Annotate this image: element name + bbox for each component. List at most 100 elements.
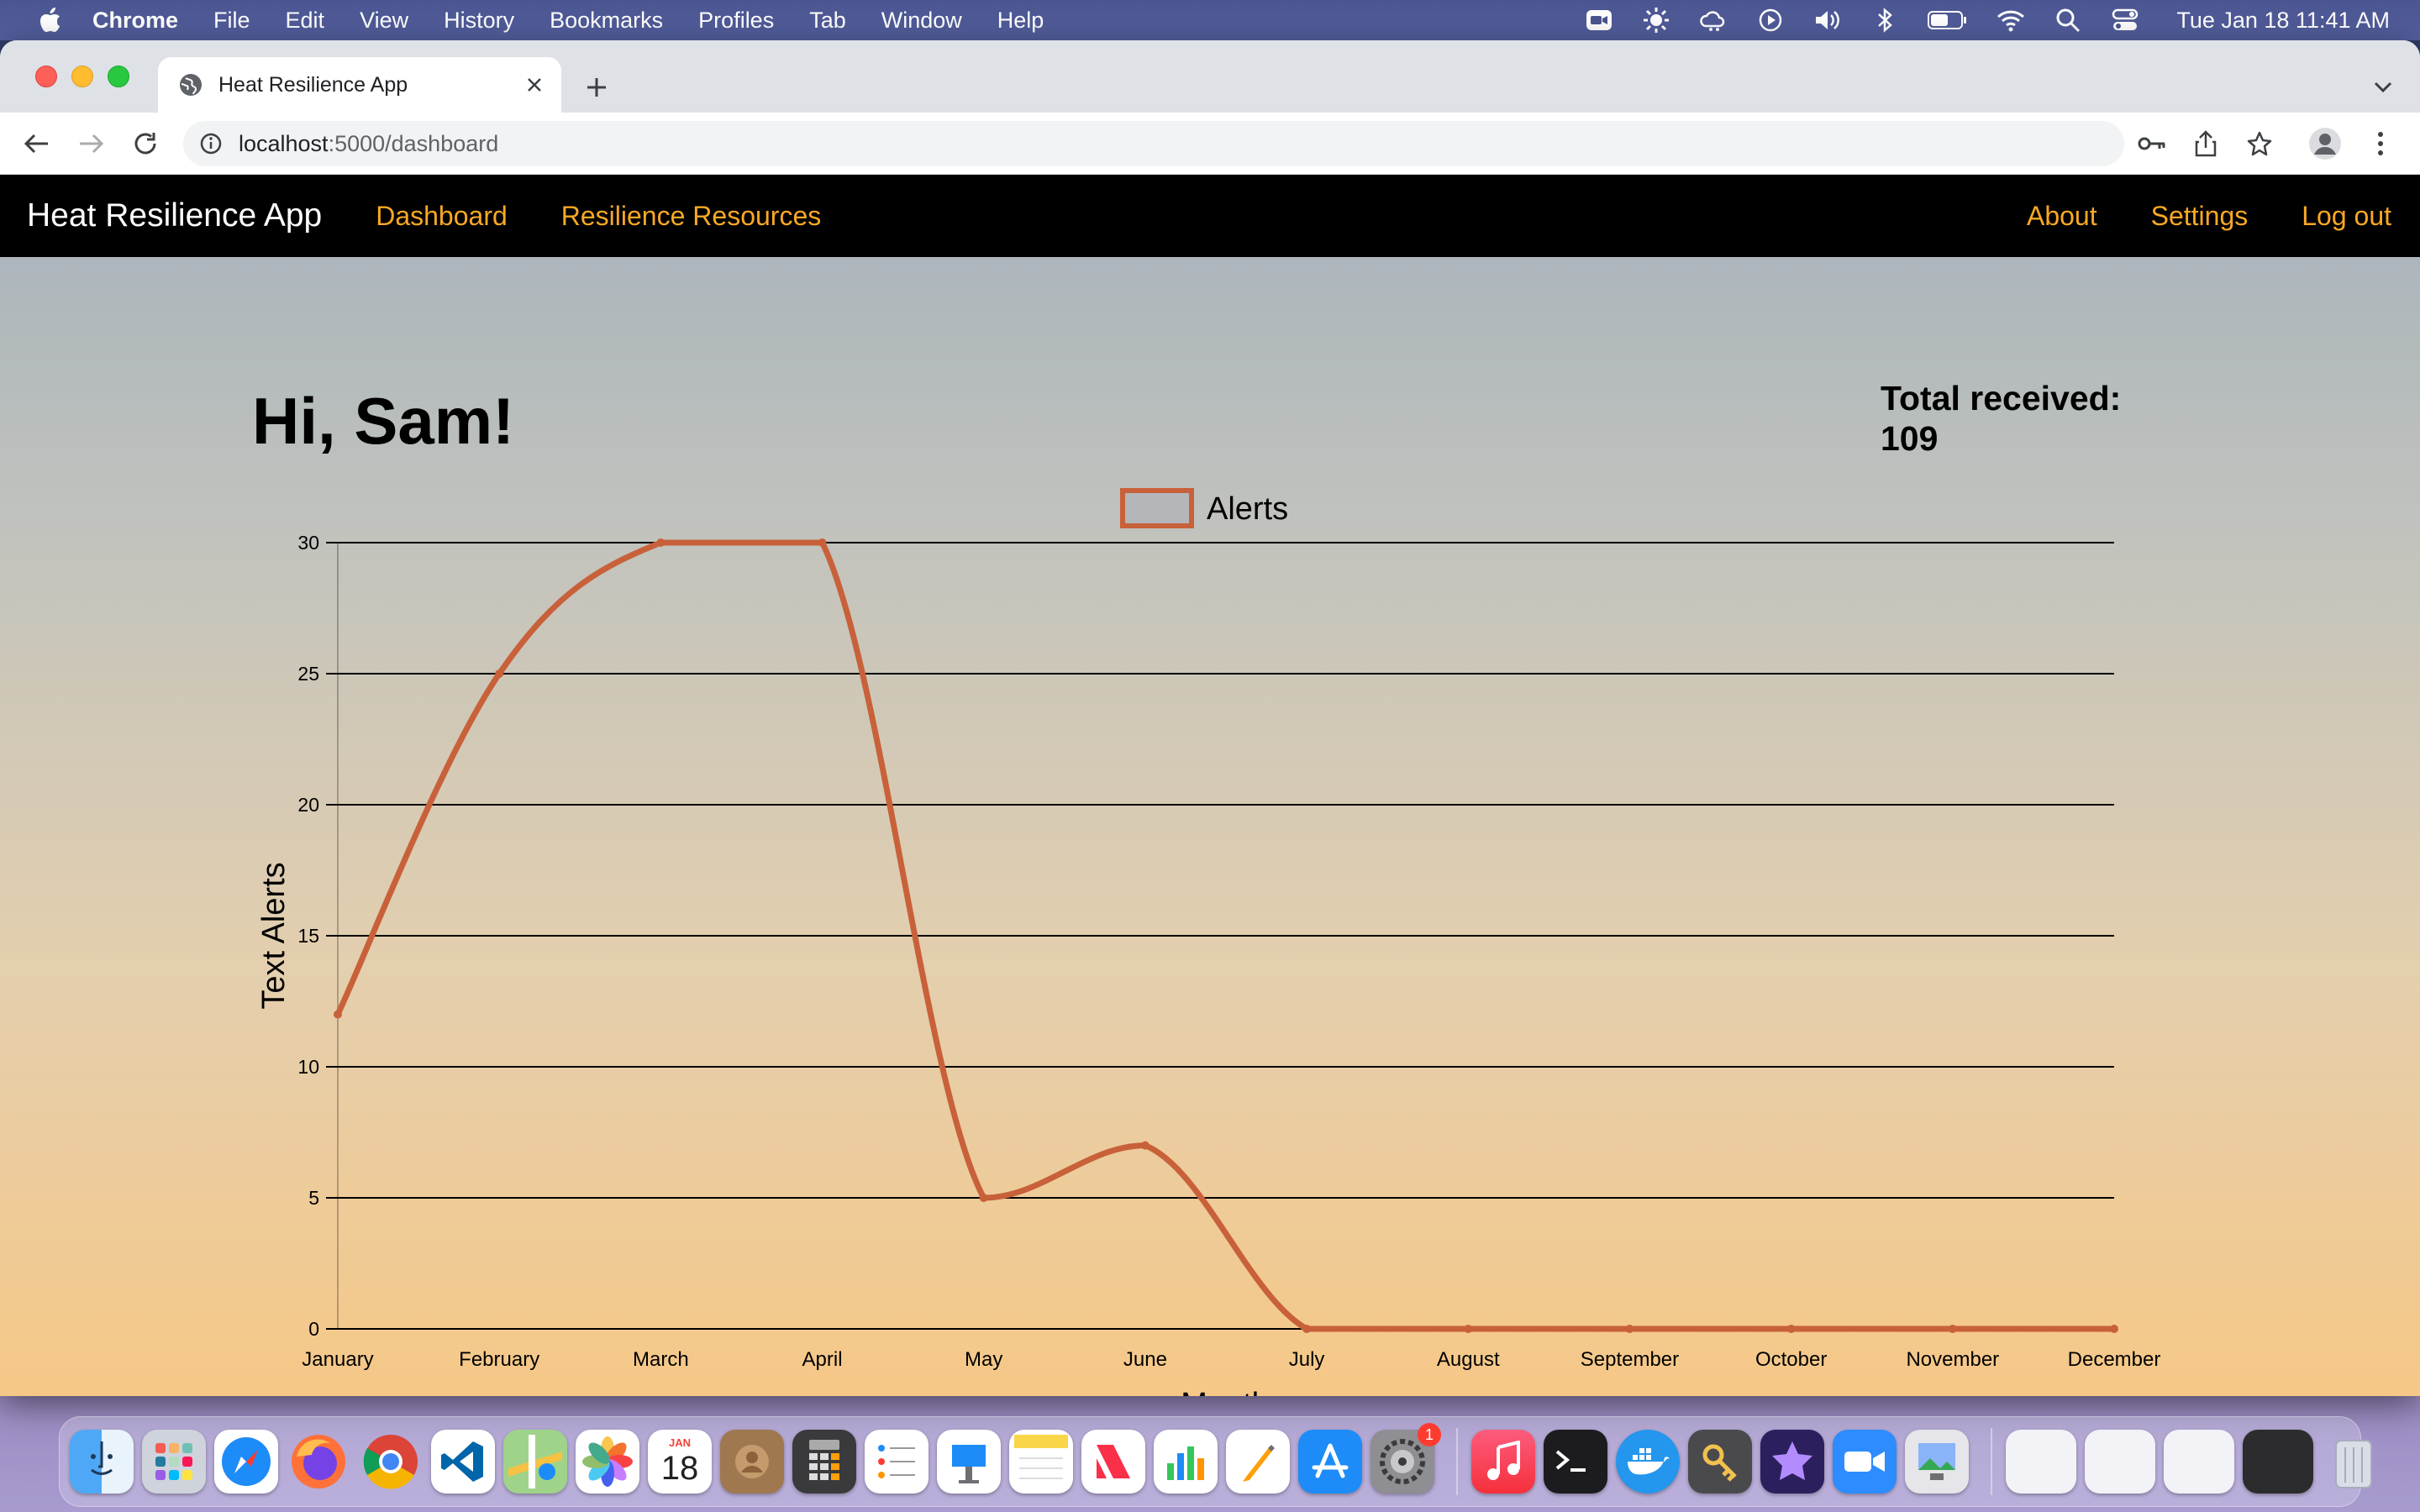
menu-view[interactable]: View [360, 8, 408, 34]
back-arrow-icon[interactable] [18, 126, 54, 161]
x-tick-label-august: August [1437, 1348, 1500, 1371]
new-tab-plus-icon[interactable] [580, 71, 613, 104]
apple-menu-icon[interactable] [34, 3, 67, 37]
x-tick-label-march: March [633, 1348, 689, 1371]
url-text[interactable]: localhost:5000/dashboard [239, 131, 498, 157]
menu-profiles[interactable]: Profiles [698, 8, 774, 34]
x-axis-ticks: January February March April May June July Augu… [302, 1348, 2160, 1371]
spotlight-icon[interactable] [2054, 6, 2082, 34]
close-window-button[interactable] [35, 66, 57, 87]
macos-menu-bar: Chrome File Edit View History Bookmarks … [0, 0, 2420, 40]
minimized-window-thumbnail-3[interactable] [2164, 1430, 2234, 1494]
photos-icon[interactable] [576, 1430, 639, 1494]
menu-bookmarks[interactable]: Bookmarks [550, 8, 663, 34]
pages-icon[interactable] [1226, 1430, 1290, 1494]
zoom-icon[interactable] [1585, 6, 1613, 34]
preview-icon[interactable] [1905, 1430, 1969, 1494]
safari-icon[interactable] [214, 1430, 278, 1494]
x-tick-label-april: April [802, 1348, 843, 1371]
password-key-icon[interactable] [2134, 126, 2170, 161]
legend-label: Alerts [1207, 491, 1288, 527]
vscode-icon[interactable] [431, 1430, 495, 1494]
url-host: localhost [239, 130, 329, 156]
menu-file[interactable]: File [213, 8, 250, 34]
menu-app-name[interactable]: Chrome [92, 8, 178, 34]
keychain-icon[interactable] [1688, 1430, 1752, 1494]
macos-dock: JAN 18 1 [59, 1416, 2372, 1507]
bookmark-star-icon[interactable] [2242, 126, 2277, 161]
news-icon[interactable] [1081, 1430, 1145, 1494]
battery-icon[interactable] [1928, 6, 1968, 34]
volume-icon[interactable] [1813, 6, 1842, 34]
docker-icon[interactable] [1616, 1430, 1680, 1494]
tab-search-chevron-icon[interactable] [2366, 71, 2400, 104]
data-point-september [1625, 1325, 1634, 1333]
notes-icon[interactable] [1009, 1430, 1073, 1494]
launchpad-icon[interactable] [142, 1430, 206, 1494]
close-tab-icon[interactable] [518, 68, 551, 102]
x-tick-label-october: October [1755, 1348, 1827, 1371]
x-tick-label-july: July [1289, 1348, 1325, 1371]
dock-separator-2 [1991, 1428, 1992, 1495]
y-tick-label-20: 20 [297, 794, 319, 816]
address-bar[interactable]: localhost:5000/dashboard [183, 121, 2124, 166]
data-point-january [334, 1010, 342, 1019]
finder-icon[interactable] [70, 1430, 134, 1494]
alerts-line-chart: 0 5 10 15 20 25 30 January February March April Ma… [256, 488, 2160, 1396]
trash-icon[interactable] [2322, 1430, 2386, 1494]
brightness-icon[interactable] [1642, 6, 1670, 34]
menu-tab[interactable]: Tab [809, 8, 846, 34]
maps-icon[interactable] [503, 1430, 567, 1494]
minimized-window-thumbnail-4[interactable] [2243, 1430, 2313, 1494]
y-axis-ticks: 0 5 10 15 20 25 30 [297, 532, 319, 1340]
wifi-icon[interactable] [1996, 6, 2025, 34]
minimized-window-thumbnail-1[interactable] [2006, 1430, 2076, 1494]
menubar-status-area: Tue Jan 18 11:41 AM [1585, 0, 2390, 40]
reminders-icon[interactable] [865, 1430, 929, 1494]
play-icon[interactable] [1756, 6, 1785, 34]
calendar-month: JAN [668, 1436, 691, 1449]
control-center-icon[interactable] [2111, 6, 2139, 34]
browser-tab-active[interactable]: Heat Resilience App [158, 57, 561, 113]
system-preferences-icon[interactable]: 1 [1370, 1423, 1441, 1494]
share-icon[interactable] [2188, 126, 2223, 161]
menubar-clock[interactable]: Tue Jan 18 11:41 AM [2176, 8, 2390, 34]
browser-toolbar: localhost:5000/dashboard [0, 113, 2420, 175]
numbers-icon[interactable] [1154, 1430, 1218, 1494]
weather-icon[interactable] [1699, 6, 1728, 34]
terminal-icon[interactable] [1544, 1430, 1607, 1494]
profile-avatar-icon[interactable] [2307, 126, 2343, 161]
minimized-window-thumbnail-2[interactable] [2085, 1430, 2155, 1494]
bluetooth-icon[interactable] [1870, 6, 1899, 34]
site-info-icon[interactable] [198, 131, 224, 156]
x-tick-label-june: June [1123, 1348, 1167, 1371]
contacts-icon[interactable] [720, 1430, 784, 1494]
minimize-window-button[interactable] [71, 66, 93, 87]
menu-history[interactable]: History [444, 8, 514, 34]
keynote-icon[interactable] [937, 1430, 1001, 1494]
zoom-app-icon[interactable] [1833, 1430, 1897, 1494]
x-tick-label-january: January [302, 1348, 373, 1371]
data-point-november [1948, 1325, 1957, 1333]
menu-edit[interactable]: Edit [286, 8, 325, 34]
imovie-icon[interactable] [1760, 1430, 1824, 1494]
app-store-icon[interactable] [1298, 1430, 1362, 1494]
menu-window[interactable]: Window [881, 8, 962, 34]
chart-legend[interactable]: Alerts [1120, 488, 1288, 528]
chrome-menu-kebab-icon[interactable] [2363, 126, 2398, 161]
firefox-icon[interactable] [287, 1430, 350, 1494]
chrome-icon[interactable] [359, 1430, 423, 1494]
data-point-december [2110, 1325, 2118, 1333]
tab-strip: Heat Resilience App [0, 40, 2420, 113]
reload-icon[interactable] [128, 126, 163, 161]
x-tick-label-september: September [1581, 1348, 1679, 1371]
calendar-icon[interactable]: JAN 18 [648, 1430, 712, 1494]
zoom-window-button[interactable] [108, 66, 129, 87]
calculator-icon[interactable] [792, 1430, 856, 1494]
menu-help[interactable]: Help [997, 8, 1044, 34]
music-icon[interactable] [1471, 1430, 1535, 1494]
legend-swatch [1120, 488, 1194, 528]
forward-arrow-icon[interactable] [74, 126, 109, 161]
dashboard-page: Heat Resilience App Dashboard Resilience… [0, 175, 2420, 1396]
x-tick-label-november: November [1906, 1348, 1999, 1371]
